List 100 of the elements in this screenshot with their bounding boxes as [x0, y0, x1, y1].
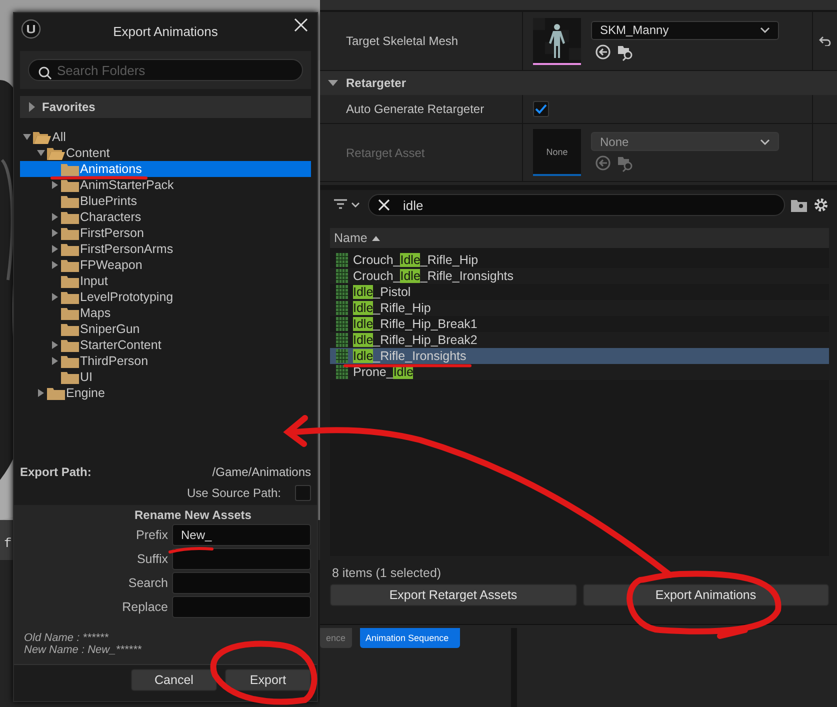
folder-icon — [61, 242, 79, 256]
open-folder-icon — [47, 146, 65, 160]
input-field[interactable] — [172, 572, 311, 594]
asset-name: Idle_Rifle_Hip — [353, 301, 431, 315]
asset-name: Idle_Rifle_Ironsights — [353, 349, 466, 363]
annotation-underline — [168, 546, 214, 554]
folder-icon — [61, 290, 79, 304]
animation-asset-icon — [336, 301, 348, 315]
folder-tree-item[interactable]: Characters — [20, 209, 311, 225]
collapse-arrow-icon[interactable] — [37, 149, 45, 157]
property-label: Target Skeletal Mesh — [346, 34, 458, 48]
folder-tree-item[interactable]: LevelPrototyping — [20, 289, 311, 305]
asset-dropdown[interactable]: SKM_Manny — [591, 20, 779, 40]
settings-icon[interactable] — [813, 197, 829, 213]
favorites-header[interactable]: Favorites — [20, 96, 311, 118]
asset-row[interactable]: Crouch_Idle_Rifle_Ironsights — [330, 268, 829, 284]
folder-tree-item[interactable]: FirstPerson — [20, 225, 311, 241]
folder-icon — [61, 306, 79, 320]
asset-name: Idle_Pistol — [353, 285, 411, 299]
folder-tree-item[interactable]: Content — [20, 145, 311, 161]
animation-asset-icon — [336, 285, 348, 299]
asset-row[interactable]: Idle_Rifle_Hip — [330, 300, 829, 316]
section-header: Retargeter — [346, 76, 406, 90]
chevron-down-icon — [760, 138, 770, 144]
expand-arrow-icon — [28, 102, 36, 112]
animation-asset-icon — [336, 349, 348, 363]
dialog-button[interactable]: Export — [225, 669, 311, 691]
animation-asset-icon — [336, 365, 348, 379]
field-label: Replace — [121, 600, 168, 614]
folder-tree-item[interactable]: ThirdPerson — [20, 353, 311, 369]
animation-asset-icon — [336, 333, 348, 347]
export-button[interactable]: Export Animations — [582, 584, 829, 606]
asset-type-tab[interactable]: Animation Sequence — [360, 628, 460, 648]
folder-tree-item[interactable]: FirstPersonArms — [20, 241, 311, 257]
dialog-button[interactable]: Cancel — [131, 669, 217, 691]
use-source-path-label: Use Source Path: — [186, 486, 281, 500]
expand-arrow-icon[interactable] — [51, 261, 59, 269]
folder-icon — [61, 258, 79, 272]
field-label: Search — [127, 576, 168, 590]
viewport-text: f — [4, 536, 12, 551]
folder-tree-item[interactable]: SniperGun — [20, 321, 311, 337]
expand-arrow-icon[interactable] — [51, 181, 59, 189]
folder-tree-item[interactable]: UI — [20, 369, 311, 385]
folder-icon — [61, 210, 79, 224]
expand-arrow-icon[interactable] — [51, 245, 59, 253]
name-preview: Old Name : ****** — [24, 632, 110, 644]
folder-icon — [47, 386, 65, 400]
folder-tree-item[interactable]: Engine — [20, 385, 311, 401]
folder-icon — [61, 370, 79, 384]
field-label: Prefix — [135, 528, 168, 542]
input-field[interactable] — [172, 596, 311, 618]
search-field[interactable]: idle — [368, 194, 785, 216]
folder-tree-item[interactable]: StarterContent — [20, 337, 311, 353]
export-path-value: /Game/Animations — [212, 465, 311, 479]
asset-row[interactable]: Idle_Rifle_Hip_Break2 — [330, 332, 829, 348]
asset-row[interactable]: Idle_Rifle_Ironsights — [330, 348, 829, 364]
folder-icon — [61, 338, 79, 352]
close-button[interactable] — [293, 18, 309, 34]
use-selected-icon[interactable] — [595, 44, 611, 60]
expand-arrow-icon[interactable] — [51, 213, 59, 221]
animation-asset-icon — [336, 317, 348, 331]
asset-name: Crouch_Idle_Rifle_Hip — [353, 253, 478, 267]
expand-arrow-icon[interactable] — [51, 293, 59, 301]
folder-tree-item[interactable]: AnimStarterPack — [20, 177, 311, 193]
folder-tree-item[interactable]: Input — [20, 273, 311, 289]
expand-arrow-icon[interactable] — [51, 341, 59, 349]
checkbox[interactable] — [533, 101, 549, 117]
asset-name: Prone_Idle — [353, 365, 414, 379]
folder-icon — [61, 322, 79, 336]
search-field[interactable]: Search Folders — [28, 59, 303, 81]
property-label: Auto Generate Retargeter — [346, 102, 484, 116]
open-folder-icon — [33, 130, 51, 144]
collapse-arrow-icon[interactable] — [328, 79, 338, 87]
expand-arrow-icon[interactable] — [51, 357, 59, 365]
folder-tree-item[interactable]: FPWeapon — [20, 257, 311, 273]
folder-icon[interactable] — [791, 198, 807, 212]
folder-tree-item[interactable]: Maps — [20, 305, 311, 321]
export-button[interactable]: Export Retarget Assets — [330, 584, 576, 606]
folder-tree-item[interactable]: All — [20, 129, 311, 145]
browse-folder-icon[interactable] — [617, 44, 635, 62]
collapse-arrow-icon[interactable] — [23, 133, 31, 141]
checkbox[interactable] — [295, 485, 311, 501]
input-field[interactable] — [172, 548, 311, 570]
search-icon — [38, 66, 52, 80]
property-label: Retarget Asset — [346, 146, 425, 160]
reset-arrow-icon[interactable] — [819, 36, 831, 46]
animation-asset-icon — [336, 269, 348, 283]
field-label: Suffix — [136, 552, 168, 566]
column-header[interactable]: Name — [330, 228, 829, 248]
folder-icon — [61, 354, 79, 368]
folder-tree-item[interactable]: Animations — [20, 161, 311, 177]
filter-icon[interactable] — [334, 199, 362, 211]
export-path-label: Export Path: — [20, 465, 92, 479]
expand-arrow-icon[interactable] — [51, 229, 59, 237]
asset-name: Idle_Rifle_Hip_Break2 — [353, 333, 478, 347]
asset-row[interactable]: Prone_Idle — [330, 364, 829, 380]
folder-tree-item[interactable]: BluePrints — [20, 193, 311, 209]
input-field[interactable]: New_ — [172, 524, 311, 546]
expand-arrow-icon[interactable] — [37, 389, 45, 397]
clear-icon[interactable] — [378, 199, 390, 211]
